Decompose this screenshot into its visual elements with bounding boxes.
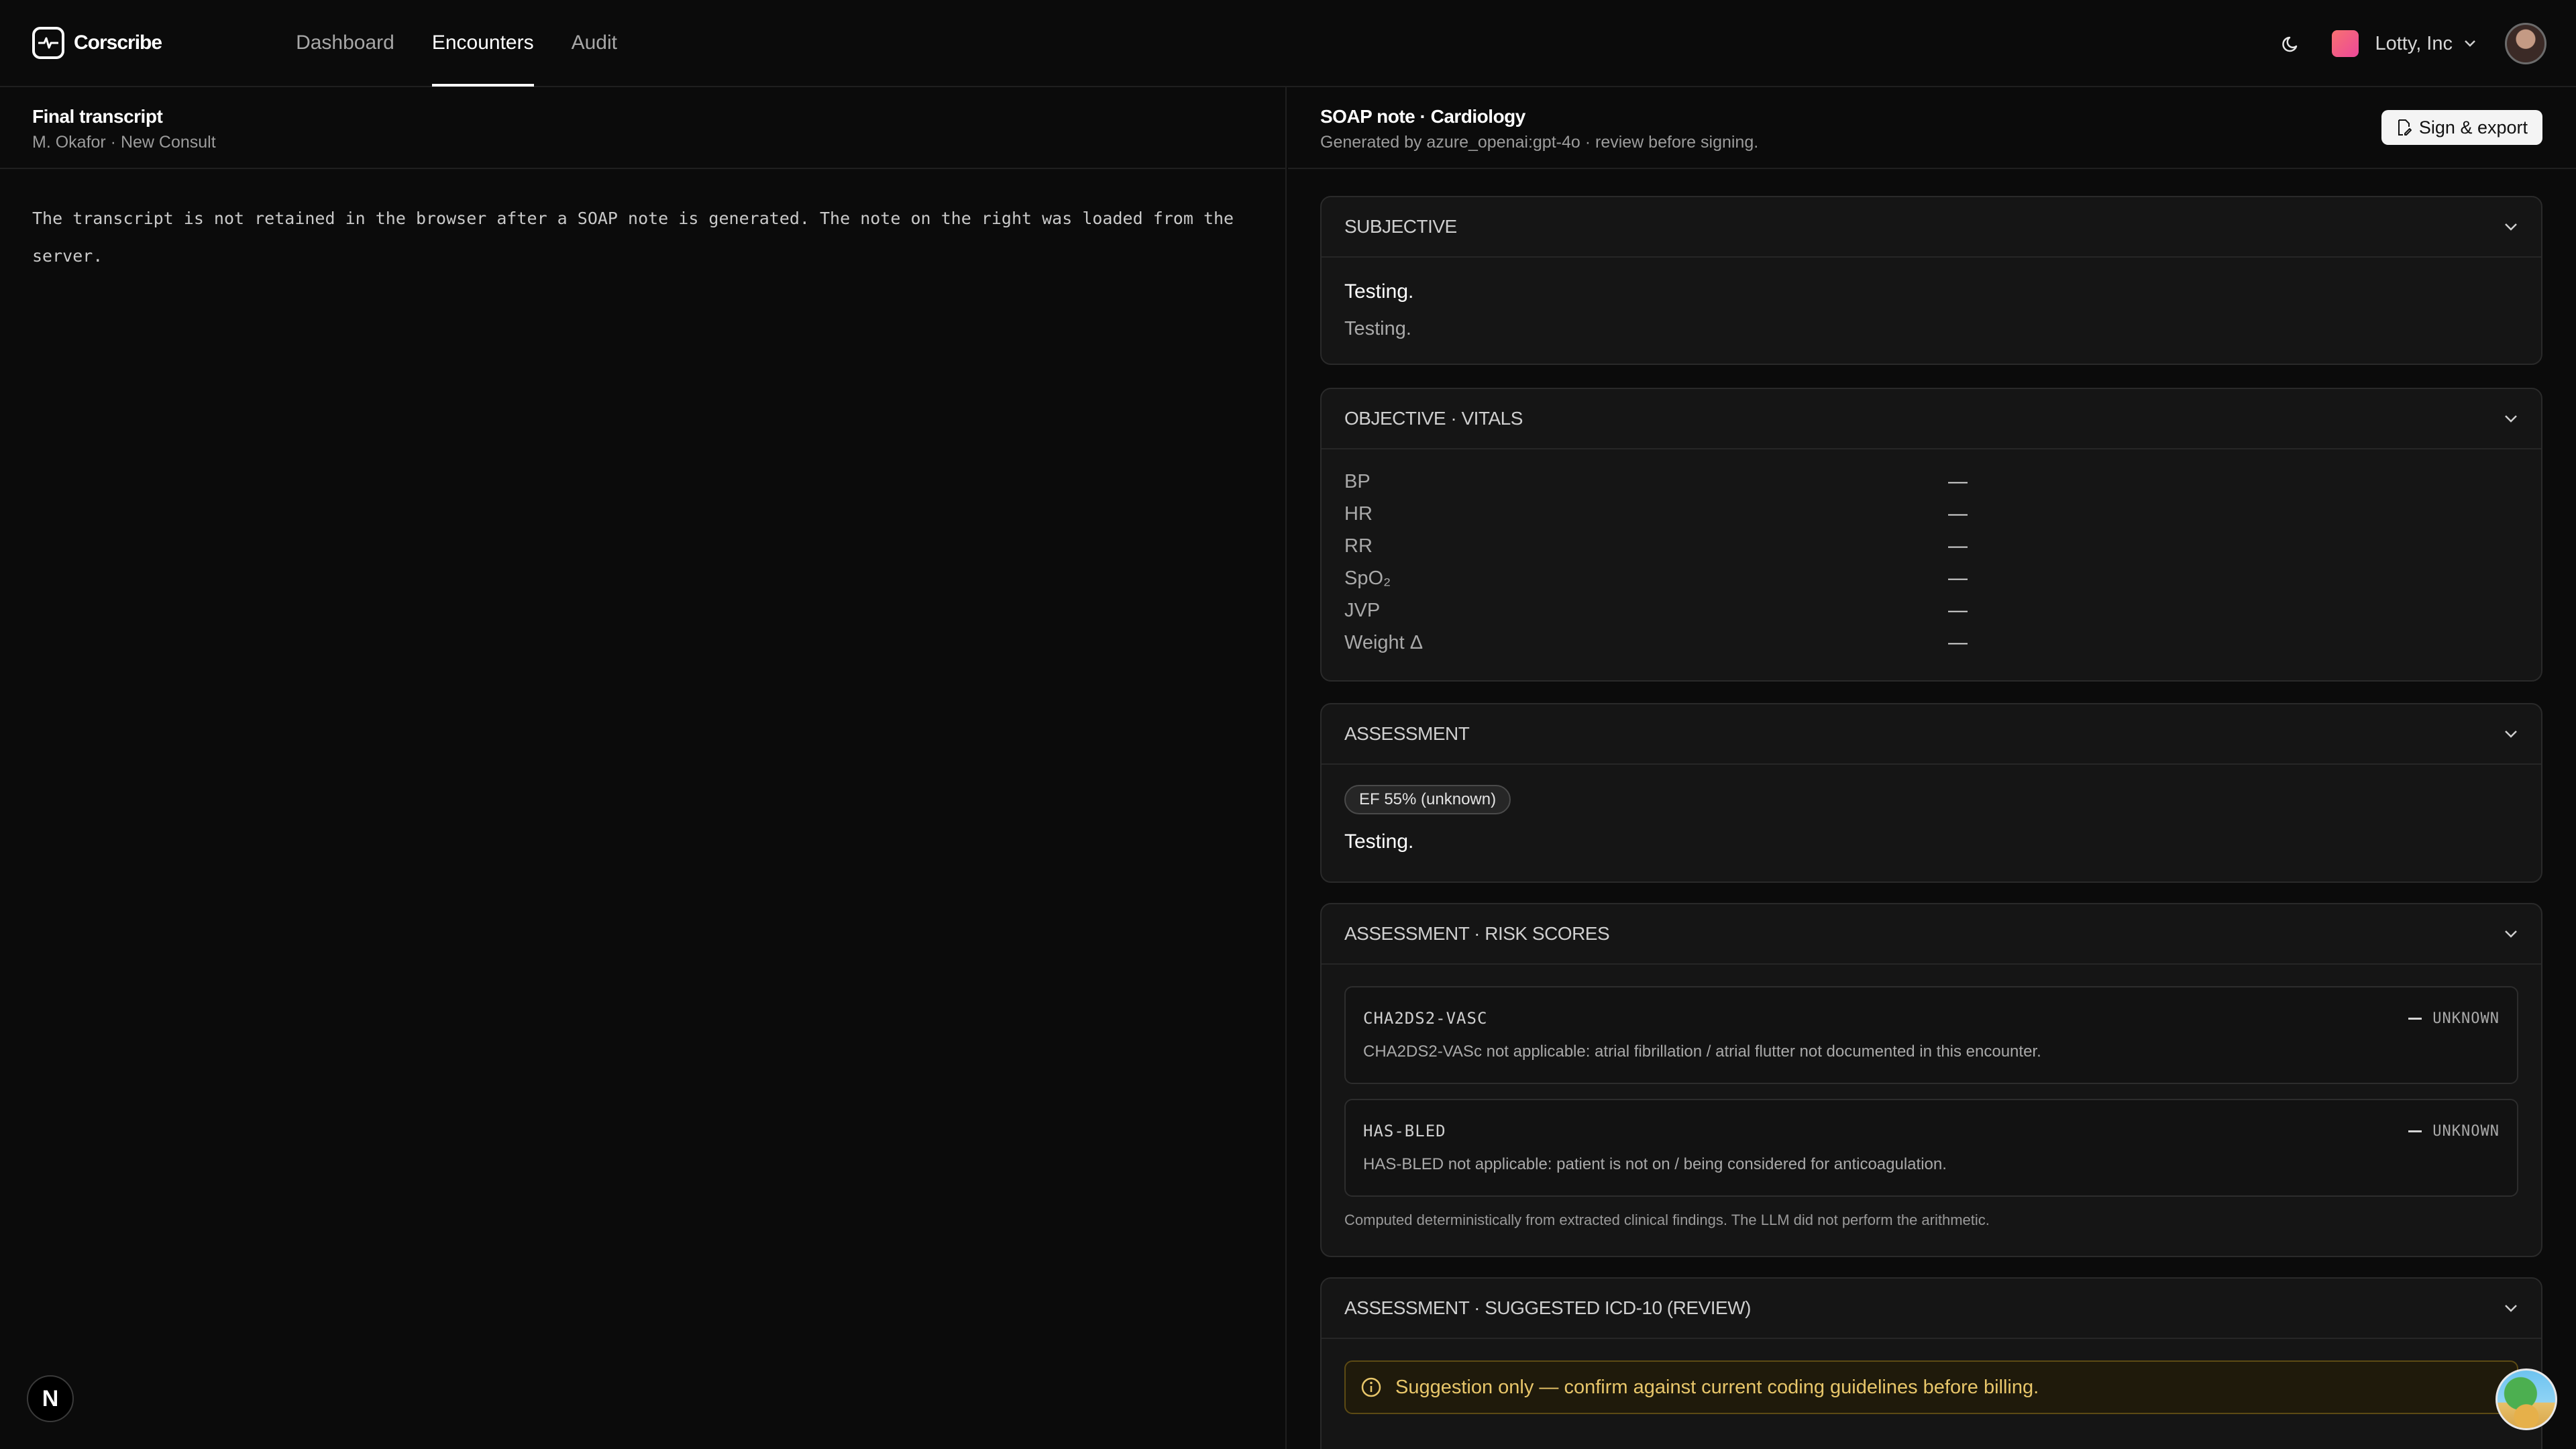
vital-name: SpO₂ xyxy=(1344,567,1391,589)
main-nav: Dashboard Encounters Audit xyxy=(296,0,655,87)
risk-score-status: UNKNOWN xyxy=(2408,1010,2500,1027)
brand-name: Corscribe xyxy=(74,32,162,54)
risk-score-status-label: UNKNOWN xyxy=(2432,1123,2500,1140)
subjective-card-header[interactable]: SUBJECTIVE xyxy=(1322,197,2541,258)
risk-scores-card-header[interactable]: ASSESSMENT · RISK SCORES xyxy=(1322,904,2541,965)
vital-row-spo2: SpO₂ — xyxy=(1344,562,2518,594)
transcript-title: Final transcript xyxy=(32,106,163,127)
subjective-heading: SUBJECTIVE xyxy=(1344,216,1457,237)
top-right-controls: Lotty, Inc xyxy=(2278,0,2546,87)
vital-value: — xyxy=(1948,567,1968,589)
assessment-card-header[interactable]: ASSESSMENT xyxy=(1322,704,2541,765)
vital-row-rr: RR — xyxy=(1344,530,2518,562)
chevron-down-icon[interactable] xyxy=(2463,39,2477,48)
risk-score-description: HAS-BLED not applicable: patient is not … xyxy=(1363,1155,1947,1173)
vital-name: JVP xyxy=(1344,599,1381,621)
nav-audit[interactable]: Audit xyxy=(572,0,617,87)
vital-row-weight: Weight Δ — xyxy=(1344,627,2518,659)
vital-value: — xyxy=(1948,502,1968,525)
assessment-card: ASSESSMENT EF 55% (unknown) Testing. xyxy=(1320,703,2542,883)
chevron-down-icon[interactable] xyxy=(2504,414,2518,423)
pulse-logo-icon xyxy=(32,27,64,59)
risk-score-item: HAS-BLED UNKNOWN HAS-BLED not applicable… xyxy=(1344,1099,2518,1197)
dash-icon xyxy=(2408,1018,2422,1020)
vital-name: RR xyxy=(1344,535,1373,557)
objective-heading: OBJECTIVE · VITALS xyxy=(1344,408,1523,429)
assessment-text: Testing. xyxy=(1344,830,1414,853)
top-navigation-bar: Corscribe Dashboard Encounters Audit Lot… xyxy=(0,0,2576,87)
org-switcher-label[interactable]: Lotty, Inc xyxy=(2375,33,2453,55)
assistant-avatar-button[interactable] xyxy=(2496,1368,2557,1430)
chevron-down-icon[interactable] xyxy=(2504,222,2518,231)
risk-score-description: CHA2DS2-VASc not applicable: atrial fibr… xyxy=(1363,1042,2041,1061)
coding-warning-text: Suggestion only — confirm against curren… xyxy=(1395,1376,2039,1398)
soap-subtitle: Generated by azure_openai:gpt-4o · revie… xyxy=(1320,133,1759,152)
moon-icon[interactable] xyxy=(2278,30,2305,57)
risk-score-status: UNKNOWN xyxy=(2408,1123,2500,1140)
icd10-heading: ASSESSMENT · SUGGESTED ICD-10 (REVIEW) xyxy=(1344,1297,1751,1318)
chevron-down-icon[interactable] xyxy=(2504,1303,2518,1313)
icd10-card-header[interactable]: ASSESSMENT · SUGGESTED ICD-10 (REVIEW) xyxy=(1322,1279,2541,1339)
risk-scores-footnote: Computed deterministically from extracte… xyxy=(1344,1212,1990,1228)
soap-title: SOAP note · Cardiology xyxy=(1320,106,1525,127)
ef-badge: EF 55% (unknown) xyxy=(1344,785,1511,814)
coding-warning-banner: Suggestion only — confirm against curren… xyxy=(1344,1360,2518,1414)
user-avatar[interactable] xyxy=(2505,23,2546,64)
risk-score-name: HAS-BLED xyxy=(1363,1122,1446,1140)
vital-value: — xyxy=(1948,470,1968,492)
transcript-subtitle: M. Okafor · New Consult xyxy=(32,133,216,152)
vital-row-bp: BP — xyxy=(1344,466,2518,498)
nav-encounters[interactable]: Encounters xyxy=(431,0,534,87)
risk-scores-card: ASSESSMENT · RISK SCORES CHA2DS2-VASC UN… xyxy=(1320,903,2542,1257)
vital-row-hr: HR — xyxy=(1344,498,2518,530)
subjective-line-2: Testing. xyxy=(1344,318,1411,339)
info-icon xyxy=(1360,1377,1382,1398)
risk-score-item: CHA2DS2-VASC UNKNOWN CHA2DS2-VASc not ap… xyxy=(1344,986,2518,1084)
vital-value: — xyxy=(1948,631,1968,653)
vital-name: BP xyxy=(1344,470,1371,492)
assessment-heading: ASSESSMENT xyxy=(1344,723,1470,744)
objective-card-header[interactable]: OBJECTIVE · VITALS xyxy=(1322,389,2541,449)
subjective-card: SUBJECTIVE Testing. Testing. xyxy=(1320,196,2542,365)
objective-vitals-card: OBJECTIVE · VITALS BP — HR — RR — SpO₂ — xyxy=(1320,388,2542,682)
risk-scores-heading: ASSESSMENT · RISK SCORES xyxy=(1344,923,1610,944)
vital-name: HR xyxy=(1344,502,1373,525)
sign-export-label: Sign & export xyxy=(2418,117,2528,138)
chevron-down-icon[interactable] xyxy=(2504,929,2518,938)
chevron-down-icon[interactable] xyxy=(2504,729,2518,739)
org-badge-icon[interactable] xyxy=(2332,30,2359,57)
vital-row-jvp: JVP — xyxy=(1344,594,2518,627)
soap-header: SOAP note · Cardiology Generated by azur… xyxy=(1288,87,2576,169)
transcript-pane: Final transcript M. Okafor · New Consult… xyxy=(0,87,1287,1449)
vital-value: — xyxy=(1948,599,1968,621)
nav-dashboard[interactable]: Dashboard xyxy=(296,0,394,87)
transcript-body: The transcript is not retained in the br… xyxy=(32,209,1234,266)
subjective-line-1: Testing. xyxy=(1344,280,1414,303)
risk-score-name: CHA2DS2-VASC xyxy=(1363,1009,1488,1028)
vital-value: — xyxy=(1948,535,1968,557)
dev-tools-badge[interactable]: N xyxy=(27,1375,74,1422)
sign-export-button[interactable]: Sign & export xyxy=(2381,110,2542,145)
transcript-header: Final transcript M. Okafor · New Consult xyxy=(0,87,1285,169)
brand[interactable]: Corscribe xyxy=(32,27,162,59)
risk-score-status-label: UNKNOWN xyxy=(2432,1010,2500,1027)
icd10-card: ASSESSMENT · SUGGESTED ICD-10 (REVIEW) S… xyxy=(1320,1277,2542,1449)
document-edit-icon xyxy=(2396,119,2412,136)
soap-note-pane: SOAP note · Cardiology Generated by azur… xyxy=(1288,87,2576,1449)
dash-icon xyxy=(2408,1130,2422,1132)
vital-name: Weight Δ xyxy=(1344,631,1424,653)
